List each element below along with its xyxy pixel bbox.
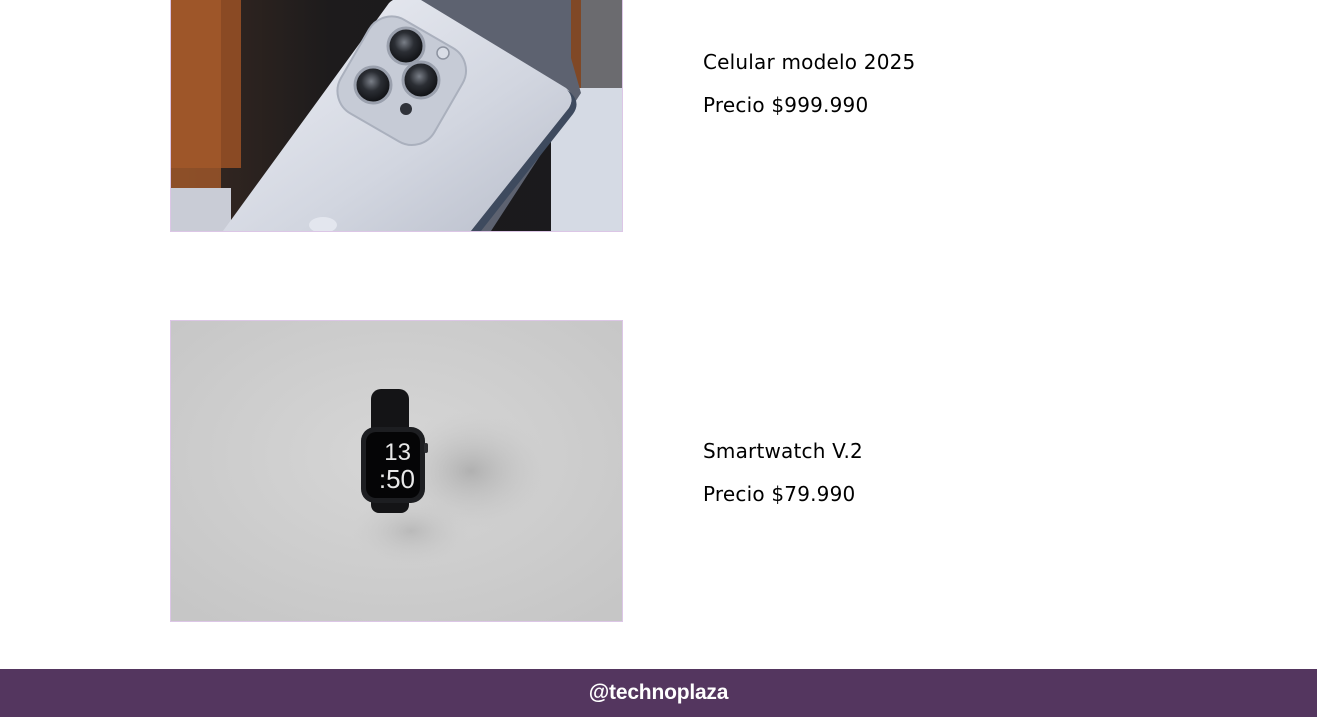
smartwatch-image: 13 :50 [171, 321, 622, 621]
product-image-smartwatch: 13 :50 [170, 320, 623, 622]
watch-minute: :50 [379, 464, 415, 494]
product-info: Celular modelo 2025 Precio $999.990 [703, 50, 1203, 117]
footer-social-handle[interactable]: @technoplaza [589, 681, 729, 705]
product-info: Smartwatch V.2 Precio $79.990 [703, 439, 1203, 506]
page: Celular modelo 2025 Precio $999.990 13:… [0, 0, 1317, 717]
product-price: Precio $999.990 [703, 93, 869, 117]
product-name: Celular modelo 2025 [703, 50, 916, 74]
watch-hour: 13 [384, 439, 411, 466]
product-image-phone [170, 0, 623, 232]
product-card: 13 :50 Smartwatch V.2 Precio $79.990 [170, 320, 1270, 622]
product-card: Celular modelo 2025 Precio $999.990 [170, 0, 1270, 240]
phone-image [171, 0, 622, 231]
product-name: Smartwatch V.2 [703, 439, 863, 463]
footer: @technoplaza [0, 669, 1317, 717]
product-price: Precio $79.990 [703, 482, 856, 506]
